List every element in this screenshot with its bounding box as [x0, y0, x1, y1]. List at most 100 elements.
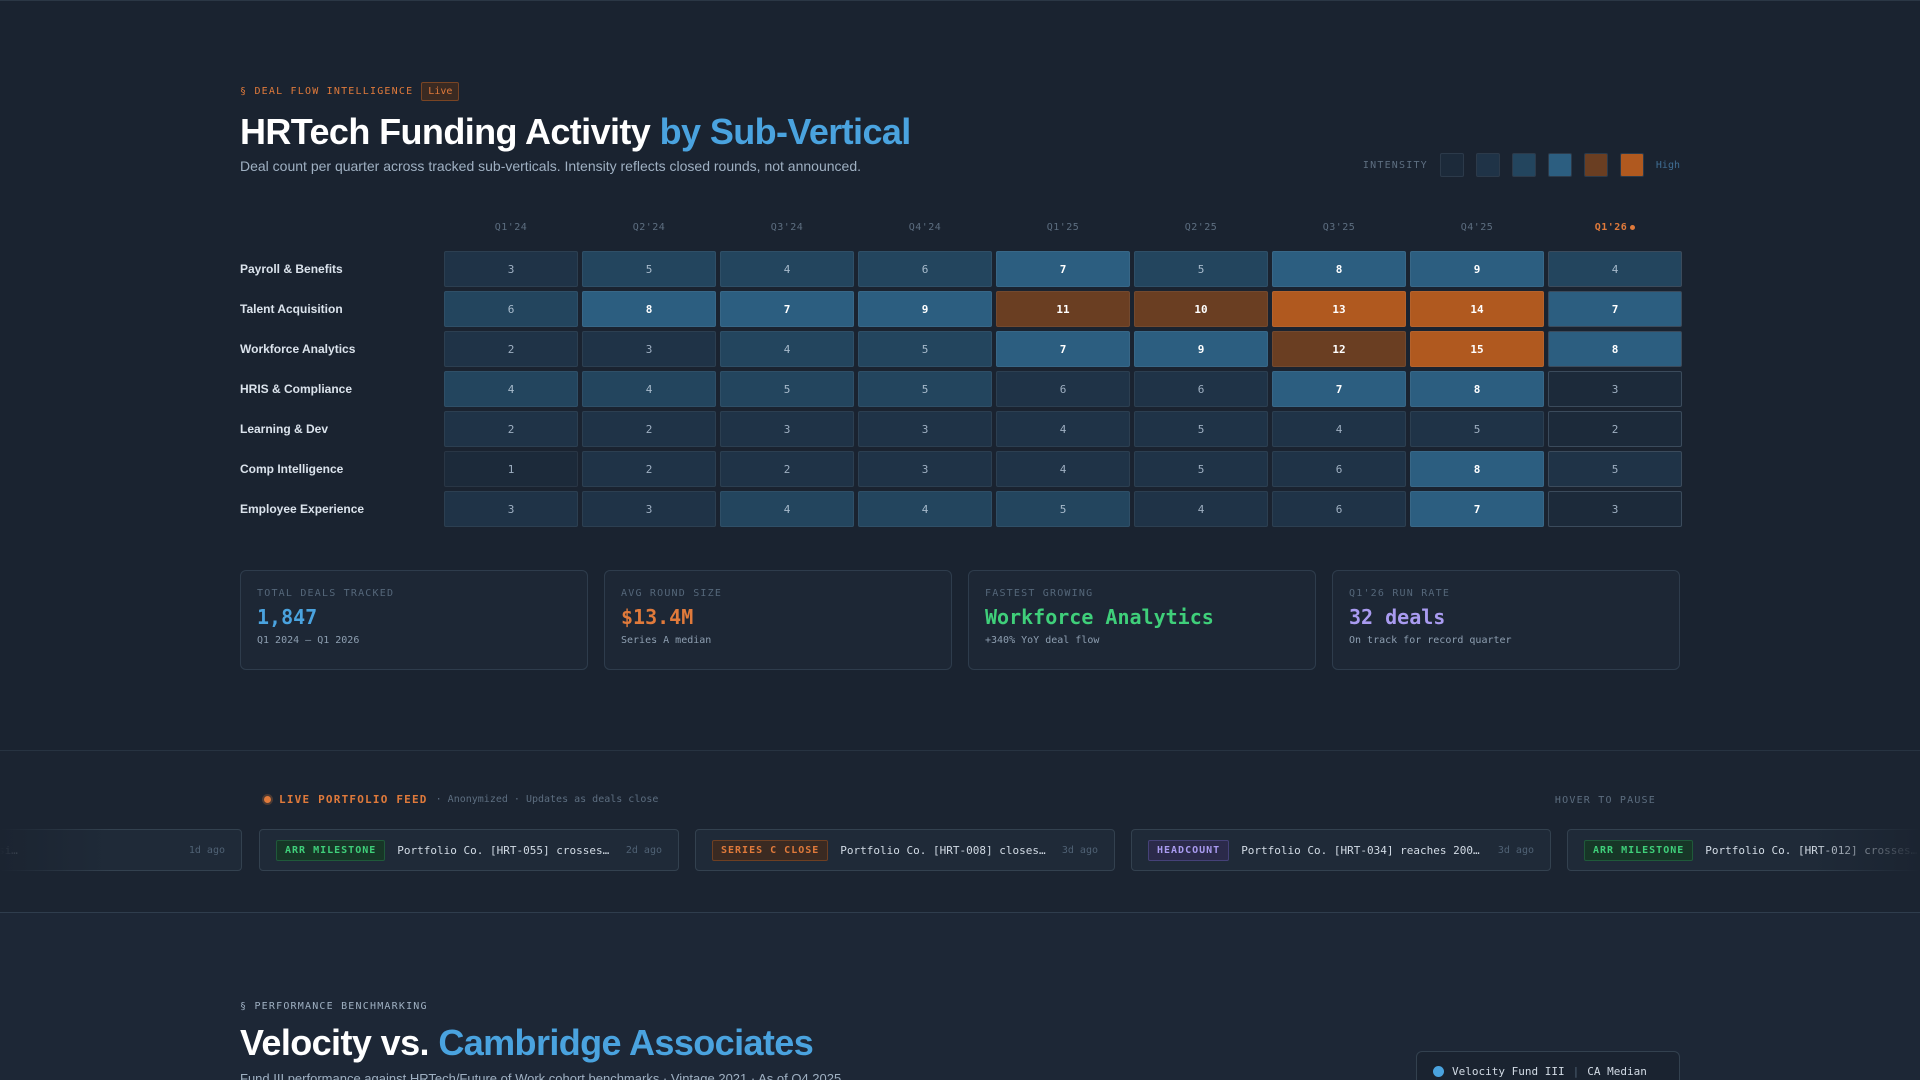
heatmap-cell[interactable]: 5 — [996, 491, 1130, 527]
heatmap-cell[interactable]: 5 — [1410, 411, 1544, 447]
heatmap-cell[interactable]: 4 — [996, 451, 1130, 487]
heatmap-cell[interactable]: 4 — [1272, 411, 1406, 447]
bench-title: Velocity vs. Cambridge Associates — [240, 1021, 841, 1065]
heatmap-cell[interactable]: 8 — [1410, 451, 1544, 487]
heatmap-cell[interactable]: 5 — [1548, 451, 1682, 487]
stat-value: Workforce Analytics — [985, 605, 1214, 629]
feed-item[interactable]: ARR MILESTONE Portfolio Co. [HRT-055] cro… — [259, 829, 679, 871]
heatmap-cell[interactable]: 5 — [720, 371, 854, 407]
heatmap-cell[interactable]: 8 — [1272, 251, 1406, 287]
bench-eyebrow: § PERFORMANCE BENCHMARKING — [240, 1001, 428, 1012]
heatmap-cell[interactable]: 13 — [1272, 291, 1406, 327]
heatmap-cell[interactable]: 15 — [1410, 331, 1544, 367]
row-label: Payroll & Benefits — [240, 262, 343, 276]
heatmap-cell[interactable]: 3 — [858, 451, 992, 487]
heatmap-cell[interactable]: 7 — [1548, 291, 1682, 327]
heatmap-cell[interactable]: 4 — [720, 491, 854, 527]
heatmap-cell[interactable]: 9 — [858, 291, 992, 327]
heatmap-cell[interactable]: 10 — [1134, 291, 1268, 327]
title-main: HRTech Funding Activity — [240, 111, 651, 152]
heatmap-cell[interactable]: 5 — [582, 251, 716, 287]
stat-label: Q1'26 RUN RATE — [1349, 588, 1451, 599]
heatmap-cell[interactable]: 1 — [444, 451, 578, 487]
eyebrow-label: § DEAL FLOW INTELLIGENCE — [240, 85, 414, 97]
heatmap-row: Comp Intelligence 1 2 2 3 4 5 6 8 5 — [240, 449, 1682, 489]
bench-title-main: Velocity vs. — [240, 1022, 430, 1063]
heatmap-cell[interactable]: 2 — [582, 411, 716, 447]
heatmap-cell[interactable]: 8 — [1548, 331, 1682, 367]
heatmap-cell[interactable]: 7 — [1410, 491, 1544, 527]
heatmap-cell[interactable]: 3 — [444, 491, 578, 527]
heatmap-cell[interactable]: 9 — [1134, 331, 1268, 367]
heatmap-cell[interactable]: 5 — [858, 371, 992, 407]
heatmap-cell[interactable]: 5 — [1134, 411, 1268, 447]
row-label: Workforce Analytics — [240, 342, 356, 356]
quarter-label: Q3'25 — [1322, 222, 1356, 233]
heatmap-cell[interactable]: 9 — [1410, 251, 1544, 287]
heatmap-cell[interactable]: 4 — [720, 251, 854, 287]
stat-subtext: +340% YoY deal flow — [985, 635, 1100, 646]
bench-title-accent: Cambridge Associates — [438, 1022, 814, 1063]
current-quarter-dot-icon — [1630, 224, 1636, 230]
heatmap-cell[interactable]: 3 — [1548, 491, 1682, 527]
heatmap-cell[interactable]: 2 — [1548, 411, 1682, 447]
heatmap-cell[interactable]: 8 — [1410, 371, 1544, 407]
legend-label: INTENSITY — [1362, 159, 1428, 171]
heatmap-cell[interactable]: 12 — [1272, 331, 1406, 367]
heatmap-cell[interactable]: 14 — [1410, 291, 1544, 327]
quarter-header: Q2'25 — [1134, 222, 1268, 233]
stat-card: FASTEST GROWING Workforce Analytics +340% … — [968, 570, 1316, 670]
feed-tag: SERIES C CLOSE — [712, 839, 829, 861]
heatmap-cell[interactable]: 5 — [1134, 251, 1268, 287]
heatmap-cell[interactable]: 3 — [720, 411, 854, 447]
heatmap-cell[interactable]: 4 — [996, 411, 1130, 447]
heatmap-cell[interactable]: 2 — [444, 331, 578, 367]
heatmap-cell[interactable]: 3 — [444, 251, 578, 287]
feed-time: 2d ago — [625, 844, 662, 856]
heatmap-cell[interactable]: 4 — [720, 331, 854, 367]
heatmap-cell[interactable]: 6 — [444, 291, 578, 327]
feed-ticker[interactable]: Portfolio Co. [HRT-023] si…1d agoARR MIL… — [0, 829, 1920, 873]
heatmap-cell[interactable]: 3 — [582, 491, 716, 527]
heatmap-cell[interactable]: 6 — [858, 251, 992, 287]
live-badge: Live — [421, 81, 460, 101]
heatmap-cell[interactable]: 6 — [1272, 491, 1406, 527]
feed-item[interactable]: HEADCOUNT Portfolio Co. [HRT-034] reaches… — [1131, 829, 1551, 871]
heatmap-cell[interactable]: 4 — [444, 371, 578, 407]
quarter-header: Q1'24 — [444, 222, 578, 233]
heatmap-cell[interactable]: 6 — [1134, 371, 1268, 407]
heatmap-cell[interactable]: 3 — [1548, 371, 1682, 407]
heatmap-cell[interactable]: 7 — [996, 251, 1130, 287]
heatmap-cell[interactable]: 3 — [582, 331, 716, 367]
row-label: Employee Experience — [240, 502, 365, 516]
heatmap-cell[interactable]: 3 — [858, 411, 992, 447]
heatmap-cell[interactable]: 4 — [1548, 251, 1682, 287]
stat-cards: TOTAL DEALS TRACKED 1,847 Q1 2024 – Q1 202… — [240, 570, 1680, 670]
heatmap-cell[interactable]: 6 — [1272, 451, 1406, 487]
heatmap-cell[interactable]: 7 — [720, 291, 854, 327]
heatmap-cell[interactable]: 11 — [996, 291, 1130, 327]
heatmap-cell[interactable]: 5 — [858, 331, 992, 367]
heatmap-cell[interactable]: 4 — [1134, 491, 1268, 527]
row-label: Comp Intelligence — [240, 462, 344, 476]
heatmap-cell[interactable]: 2 — [582, 451, 716, 487]
feed-text: Portfolio Co. [HRT-008] closes… — [840, 843, 1046, 857]
row-label: HRIS & Compliance — [240, 382, 353, 396]
heatmap-cell[interactable]: 6 — [996, 371, 1130, 407]
heatmap-cell[interactable]: 4 — [858, 491, 992, 527]
heatmap-cell[interactable]: 7 — [996, 331, 1130, 367]
heatmap-cell[interactable]: 5 — [1134, 451, 1268, 487]
row-label: Talent Acquisition — [240, 302, 343, 316]
quarter-header: Q1'26 — [1548, 222, 1682, 233]
feed-title: LIVE PORTFOLIO FEED — [279, 793, 428, 806]
heatmap-cell[interactable]: 2 — [444, 411, 578, 447]
heatmap-cell[interactable]: 8 — [582, 291, 716, 327]
heatmap-cell[interactable]: 2 — [720, 451, 854, 487]
bench-legend[interactable]: Velocity Fund III | CA Median — [1416, 1051, 1680, 1080]
feed-tag: HEADCOUNT — [1148, 839, 1230, 861]
feed-item[interactable]: SERIES C CLOSE Portfolio Co. [HRT-008] cl… — [695, 829, 1115, 871]
quarter-label: Q4'25 — [1460, 222, 1494, 233]
bench-subtitle: Fund III performance against HRTech/Futu… — [240, 1071, 842, 1080]
heatmap-cell[interactable]: 4 — [582, 371, 716, 407]
heatmap-cell[interactable]: 7 — [1272, 371, 1406, 407]
